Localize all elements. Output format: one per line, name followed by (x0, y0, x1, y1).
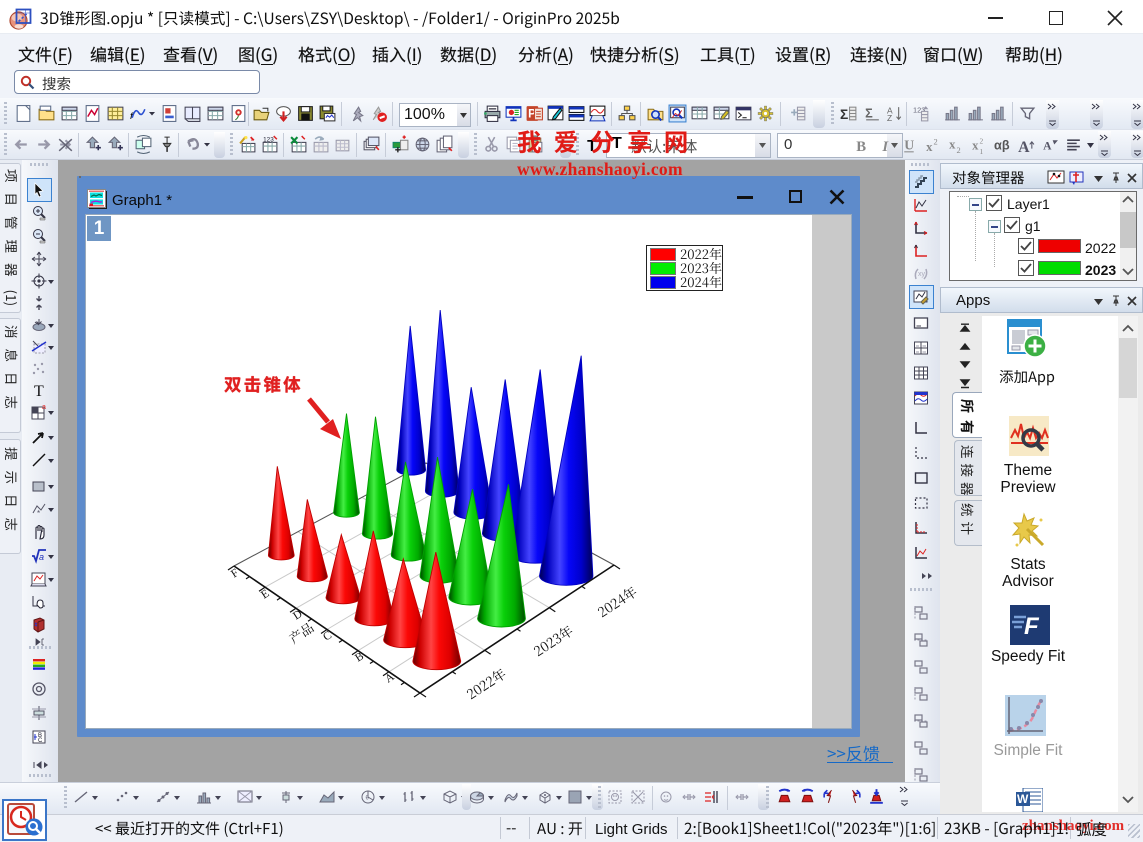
svg-text:A: A (383, 671, 397, 686)
svg-text:2: 2 (980, 136, 984, 145)
svg-text:W: W (1017, 792, 1029, 806)
svg-text:Z: Z (887, 113, 892, 123)
svg-text:C: C (38, 738, 43, 744)
svg-text:a: a (39, 552, 44, 562)
svg-text:T: T (34, 383, 44, 399)
svg-text:θ: θ (366, 796, 370, 802)
svg-text:I: I (881, 139, 889, 155)
svg-text:x: x (926, 140, 933, 154)
svg-text:D: D (291, 608, 305, 623)
svg-text:1: 1 (980, 147, 984, 155)
svg-text:a: a (42, 404, 46, 411)
svg-text:Σ: Σ (840, 107, 848, 122)
svg-text:A: A (1018, 139, 1030, 155)
svg-text:U: U (904, 138, 914, 153)
svg-text:2: 2 (934, 136, 938, 146)
svg-text:F: F (1024, 613, 1040, 640)
svg-text:*: * (37, 509, 40, 518)
svg-text:C: C (321, 629, 334, 643)
svg-text:x: x (972, 139, 979, 153)
svg-text:A: A (1043, 140, 1052, 153)
svg-text:B: B (856, 139, 866, 155)
svg-text:Σ: Σ (865, 107, 873, 121)
svg-text:2: 2 (957, 145, 961, 155)
svg-text:B: B (353, 650, 366, 664)
svg-text:αβ: αβ (994, 139, 1010, 153)
svg-text:xy: xy (918, 271, 926, 278)
svg-text:x: x (949, 138, 956, 152)
svg-text:T: T (587, 138, 597, 154)
svg-text:123: 123 (263, 136, 274, 143)
